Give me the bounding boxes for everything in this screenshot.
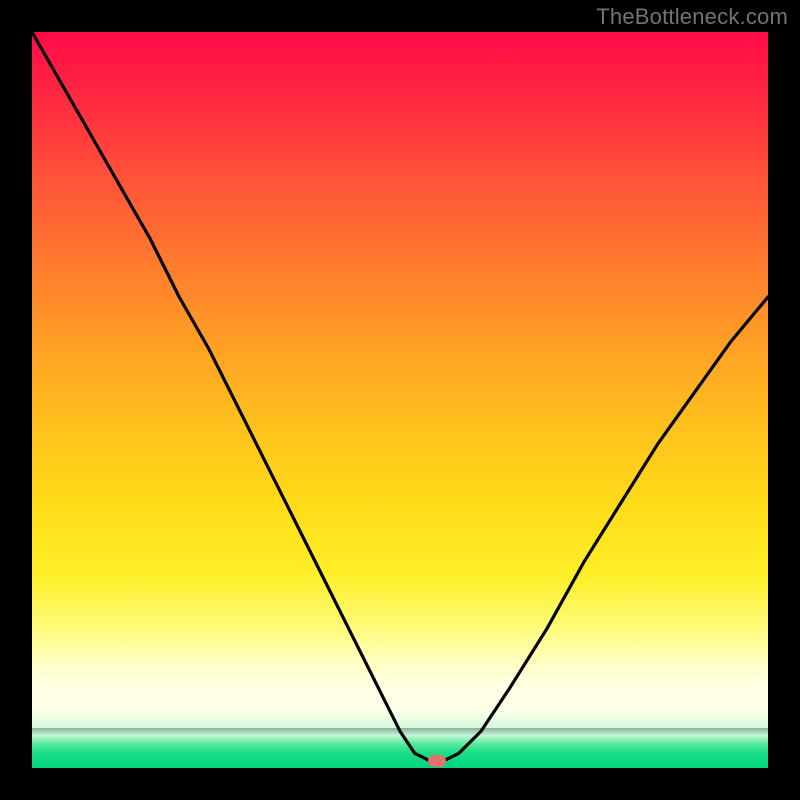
- chart-frame: TheBottleneck.com: [0, 0, 800, 800]
- optimal-point-marker: [428, 755, 446, 767]
- watermark-label: TheBottleneck.com: [596, 4, 788, 30]
- plot-area: [32, 32, 768, 768]
- bottleneck-curve-path: [32, 32, 768, 761]
- bottleneck-curve: [32, 32, 768, 768]
